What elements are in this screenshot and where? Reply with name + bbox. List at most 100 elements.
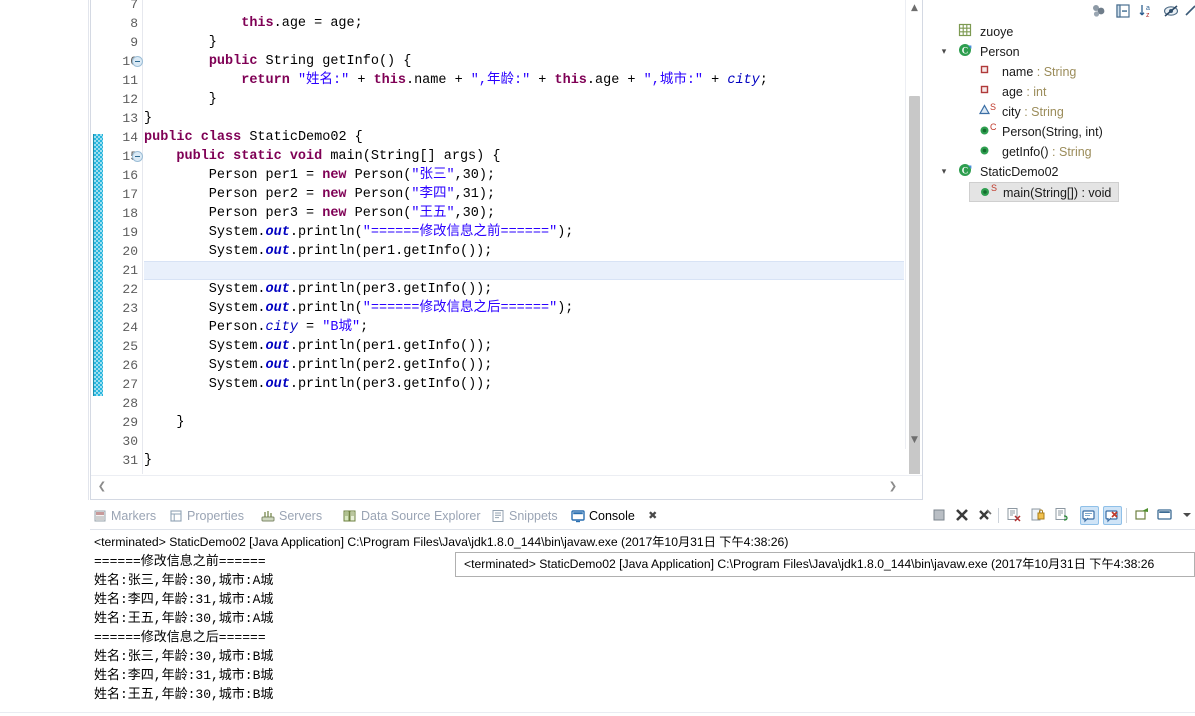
clear-console-icon[interactable] [1005,506,1024,525]
code-line[interactable]: System.out.println(per2.getInfo()); [144,356,493,375]
bottom-view-stack: Markers Properties Servers Data Source Expl… [90,503,1195,716]
code-line[interactable]: } [144,90,217,109]
code-token: System. [144,339,266,354]
code-token: System. [144,225,266,240]
scroll-right-arrow-icon[interactable]: ❯ [884,478,902,496]
scroll-left-arrow-icon[interactable]: ❮ [93,478,111,496]
code-line[interactable]: System.out.println("======修改信息之后======")… [144,299,574,318]
line-number: 32 [122,470,138,474]
console-tooltip: <terminated> StaticDemo02 [Java Applicat… [455,552,1195,577]
editor-marker-bar[interactable] [92,0,104,474]
scroll-up-arrow-icon[interactable]: ▲ [906,0,922,17]
editor-horizontal-scrollbar[interactable]: ❮ ❯ [91,475,922,499]
console-toolbar[interactable] [925,505,1195,527]
code-token: return [241,73,290,88]
tab-label: Markers [111,509,157,523]
scroll-lock-icon[interactable] [1029,506,1048,525]
status-bar [0,712,1195,716]
outline-item[interactable]: Smain(String[]) : void [969,182,1119,202]
svg-text:C: C [962,46,969,56]
code-token: .println(per3.getInfo()); [289,377,493,392]
code-token: Person per3 = [144,206,323,221]
code-token: public static void [176,149,323,164]
line-number: 24 [122,320,138,335]
code-line[interactable]: } [144,33,217,52]
code-token: ",年龄:" [470,73,531,88]
code-line[interactable]: Person.city = "B城"; [144,318,368,337]
code-line[interactable]: System.out.println(per1.getInfo()); [144,242,493,261]
code-token: .age = age; [273,16,363,31]
remove-all-terminated-icon[interactable] [976,506,995,525]
code-token: Person( [346,206,412,221]
show-console-on-error-icon[interactable] [1103,506,1122,525]
line-number: 11 [122,73,138,88]
code-token: .println( [289,225,363,240]
pin-console-icon[interactable] [1133,506,1152,525]
code-token: new [322,187,347,202]
outline-item[interactable]: ▾ C Person [925,42,1195,62]
fold-collapse-icon[interactable] [132,56,143,67]
code-line[interactable]: } [144,413,185,432]
code-token: ; [360,320,369,335]
code-line[interactable]: public class StaticDemo02 { [144,128,363,147]
code-line[interactable]: System.out.println(per3.getInfo()); [144,280,493,299]
code-token: ",城市:" [643,73,704,88]
code-text-area[interactable]: this.age = age; } public String getInfo(… [144,0,904,474]
chevron-down-icon[interactable]: ▾ [937,42,951,62]
chevron-down-icon[interactable]: ▾ [937,162,951,182]
outline-item[interactable]: zuoye [925,22,1195,42]
close-icon[interactable]: ✖ [648,505,657,527]
code-line[interactable]: System.out.println(per3.getInfo()); [144,375,493,394]
outline-item[interactable]: C Person(String, int) [925,122,1195,142]
hide-static-icon[interactable] [1184,2,1195,20]
scroll-down-arrow-icon[interactable]: ▼ [906,432,922,449]
outline-item-label: age : int [1002,85,1047,99]
show-console-on-output-icon[interactable] [1080,506,1099,525]
code-line[interactable]: public String getInfo() { [144,52,412,71]
open-console-menu-icon[interactable] [1178,506,1195,525]
code-token: Person per1 = [144,168,323,183]
editor-vertical-scrollbar[interactable]: ▲ ▼ [905,0,922,474]
code-token: "姓名:" [297,73,350,88]
code-line[interactable]: System.out.println(per1.getInfo()); [144,337,493,356]
outline-item[interactable]: ▾ C StaticDemo02 [925,162,1195,182]
outline-item[interactable]: Scity : String [925,102,1195,122]
code-token: Person per2 = [144,187,323,202]
code-line[interactable]: Person per1 = new Person("张三",30); [144,166,495,185]
hide-fields-icon[interactable] [1162,2,1180,20]
svg-text:a: a [1146,5,1150,12]
editor-body[interactable]: 7 8 9 10 11 12 13 14 15 16 17 18 19 20 21 22 23 24 25 26 27 2… [91,0,922,474]
sort-alphabetically-icon[interactable]: az [1138,2,1156,20]
current-line-highlight [144,261,904,280]
code-token: } [144,415,185,430]
word-wrap-icon[interactable] [1053,506,1072,525]
collapse-all-icon[interactable] [1114,2,1132,20]
code-token: "======修改信息之后======" [362,301,558,316]
outline-item[interactable]: name : String [925,62,1195,82]
outline-tree[interactable]: zuoye ▾ C Person name : String age : int Scity… [925,22,1195,500]
line-number: 9 [130,35,138,50]
outline-item[interactable]: getInfo() : String [925,142,1195,162]
code-line[interactable]: System.out.println("======修改信息之前======")… [144,223,574,242]
outline-item-type: : String [1020,105,1064,119]
outline-item[interactable]: age : int [925,82,1195,102]
code-token: Person( [346,168,412,183]
code-line[interactable]: Person per3 = new Person("王五",30); [144,204,495,223]
code-line[interactable]: this.age = age; [144,14,363,33]
code-line[interactable]: } [144,109,152,128]
outline-item-label: Person [980,45,1020,59]
code-line[interactable]: public static void main(String[] args) { [144,147,500,166]
fold-collapse-icon[interactable] [132,151,143,162]
code-line[interactable]: return "姓名:" + this.name + ",年龄:" + this… [144,71,768,90]
focus-on-active-task-icon[interactable] [1090,2,1108,20]
java-editor-panel[interactable]: 7 8 9 10 11 12 13 14 15 16 17 18 19 20 21 22 23 24 25 26 27 2… [90,0,923,500]
code-line[interactable]: } [144,451,152,470]
code-token: .println(per3.getInfo()); [289,282,493,297]
code-line[interactable]: Person per2 = new Person("李四",31); [144,185,495,204]
display-selected-console-icon[interactable] [1156,506,1175,525]
remove-launch-icon[interactable] [953,506,972,525]
vertical-scroll-thumb[interactable] [909,96,920,474]
terminate-all-icon[interactable] [930,506,949,525]
